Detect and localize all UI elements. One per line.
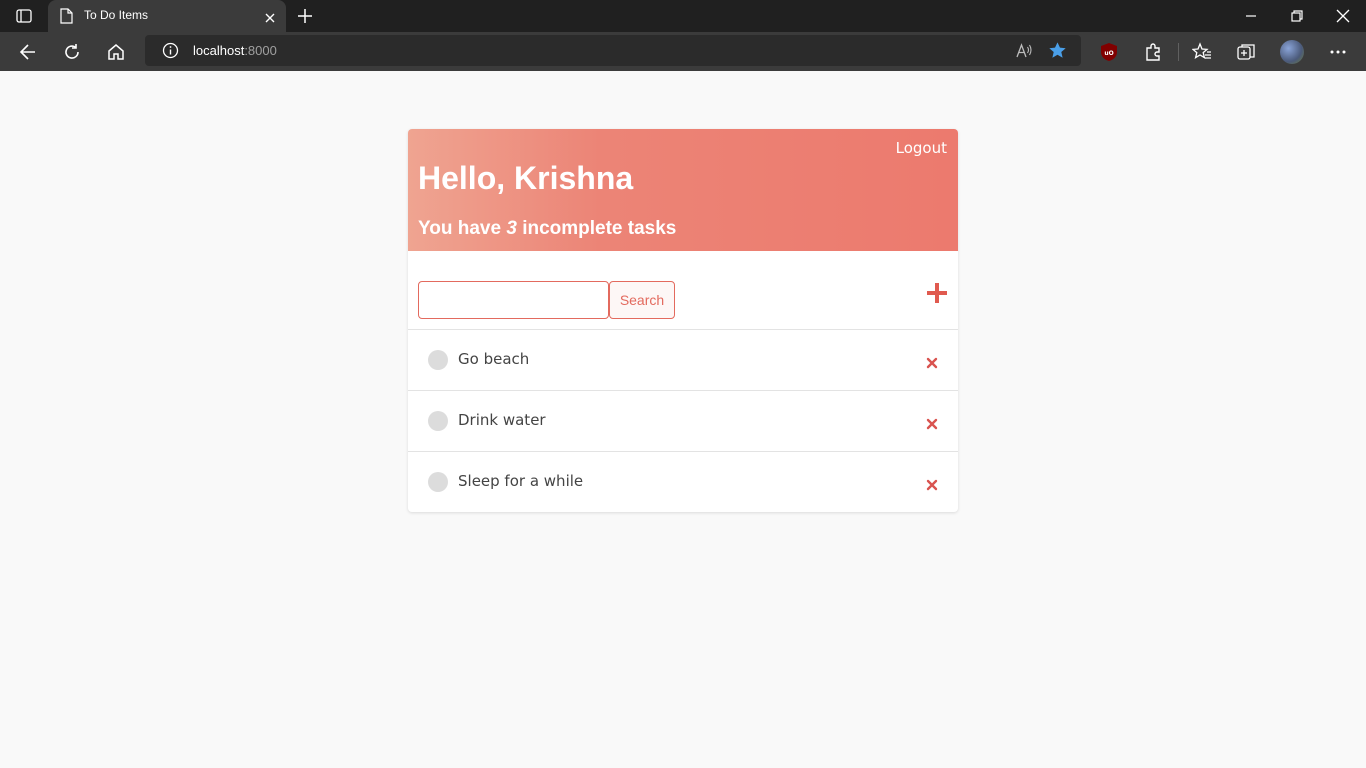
info-icon[interactable]	[162, 42, 179, 63]
svg-text:uO: uO	[1104, 50, 1113, 57]
more-options-icon[interactable]	[1327, 41, 1349, 63]
add-task-icon[interactable]	[926, 282, 948, 304]
extensions-icon[interactable]	[1142, 41, 1164, 63]
collections-icon[interactable]	[1235, 41, 1257, 63]
browser-tab[interactable]: To Do Items	[48, 0, 286, 32]
search-input[interactable]	[418, 281, 609, 319]
url-text: localhost:8000	[193, 43, 277, 58]
delete-icon[interactable]	[926, 354, 938, 369]
task-checkbox[interactable]	[428, 350, 448, 370]
task-item: Sleep for a while	[408, 452, 958, 512]
refresh-icon[interactable]	[61, 41, 83, 63]
task-label: Sleep for a while	[458, 472, 584, 490]
home-icon[interactable]	[105, 41, 127, 63]
task-label: Drink water	[458, 411, 546, 429]
browser-tab-bar: To Do Items	[0, 0, 1366, 32]
card-header: Logout Hello, Krishna You have 3 incompl…	[408, 129, 958, 251]
close-window-icon[interactable]	[1334, 7, 1352, 25]
back-icon[interactable]	[17, 41, 39, 63]
task-item: Go beach	[408, 330, 958, 391]
search-row: Search	[408, 251, 958, 330]
page-icon	[59, 8, 73, 28]
todo-card: Logout Hello, Krishna You have 3 incompl…	[408, 129, 958, 512]
delete-icon[interactable]	[926, 476, 938, 491]
read-aloud-icon[interactable]	[1015, 42, 1033, 63]
search-button[interactable]: Search	[609, 281, 675, 319]
task-label: Go beach	[458, 350, 530, 368]
task-checkbox[interactable]	[428, 411, 448, 431]
favorite-star-icon[interactable]	[1048, 41, 1067, 64]
address-bar[interactable]: localhost:8000	[145, 35, 1081, 66]
toolbar-divider	[1178, 43, 1179, 61]
task-checkbox[interactable]	[428, 472, 448, 492]
task-item: Drink water	[408, 391, 958, 452]
browser-toolbar: localhost:8000 uO	[0, 32, 1366, 71]
incomplete-count: 3	[506, 218, 517, 239]
minimize-icon[interactable]	[1242, 7, 1260, 25]
tab-close-icon[interactable]	[264, 9, 276, 28]
tab-actions-icon[interactable]	[12, 6, 36, 26]
task-summary: You have 3 incomplete tasks	[418, 218, 677, 239]
profile-avatar[interactable]	[1280, 40, 1304, 64]
new-tab-icon[interactable]	[296, 7, 314, 25]
logout-link[interactable]: Logout	[896, 139, 947, 157]
tab-title: To Do Items	[84, 8, 149, 22]
task-list: Go beach Drink water Sleep for a while	[408, 330, 958, 512]
ublock-icon[interactable]: uO	[1098, 41, 1120, 63]
restore-icon[interactable]	[1288, 7, 1306, 25]
favorites-icon[interactable]	[1191, 41, 1213, 63]
delete-icon[interactable]	[926, 415, 938, 430]
greeting-heading: Hello, Krishna	[418, 160, 634, 196]
